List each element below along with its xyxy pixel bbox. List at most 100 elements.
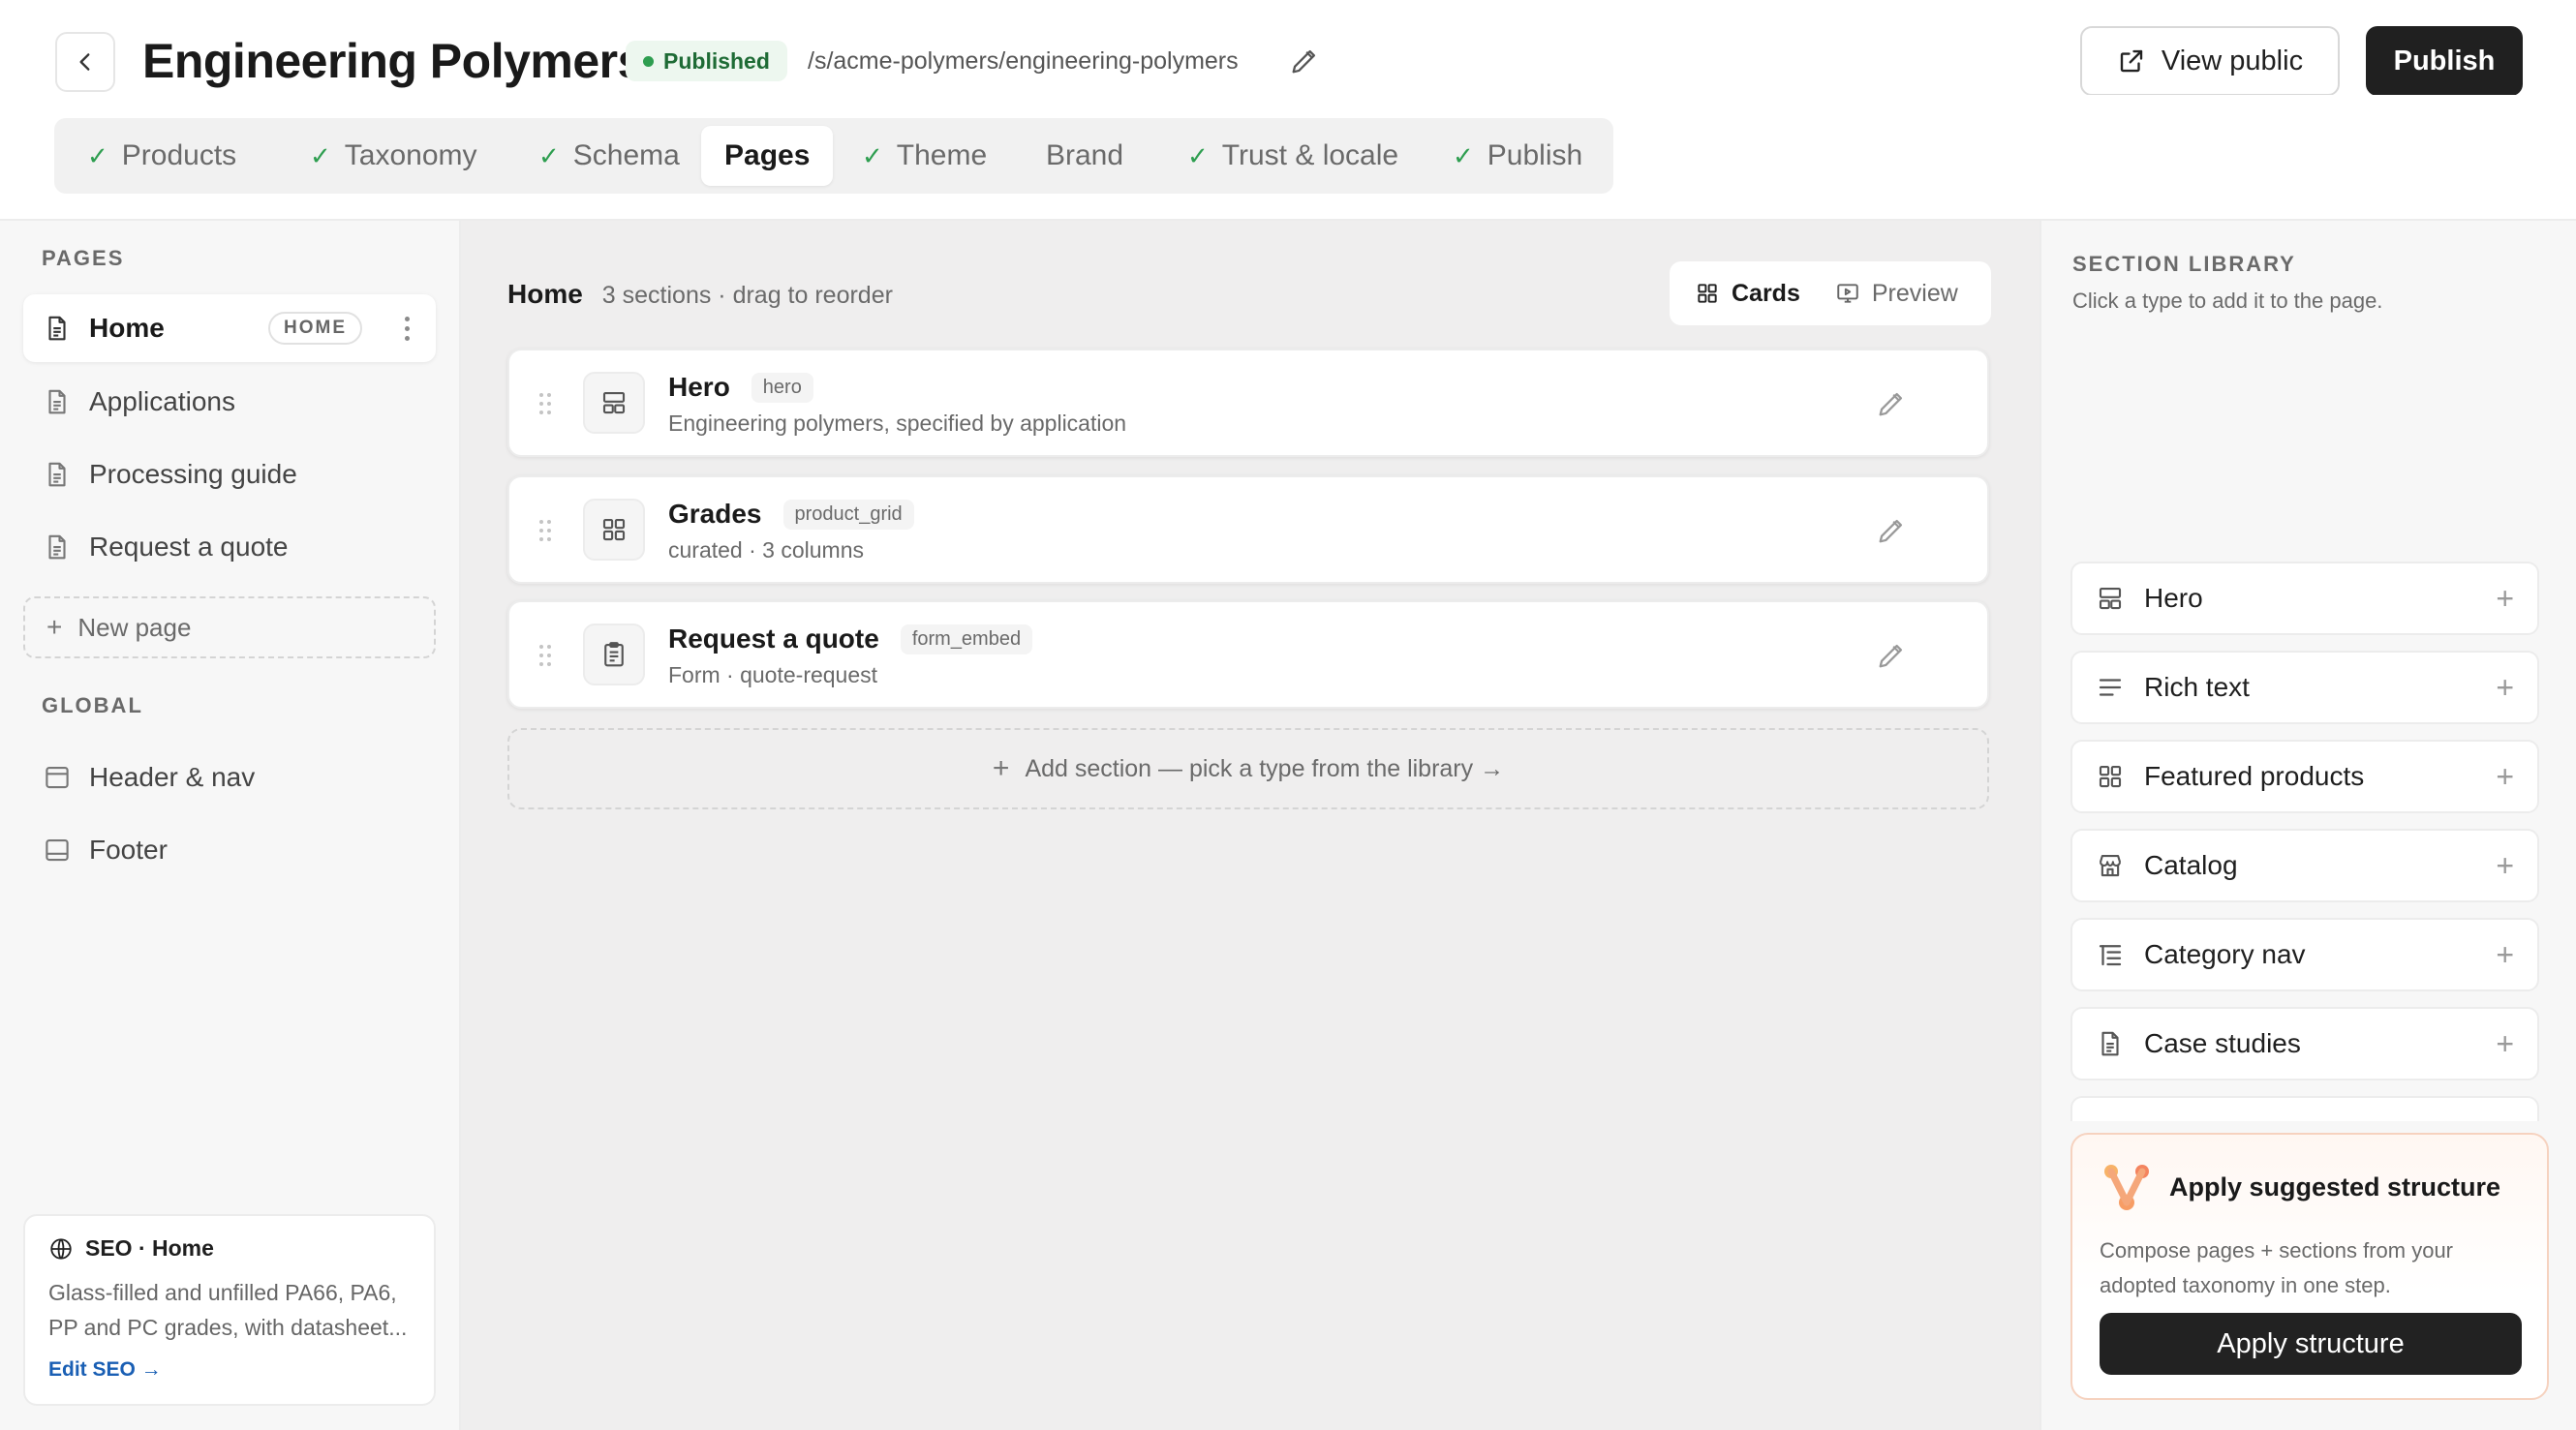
sidebar-item-applications[interactable]: Applications <box>23 368 436 436</box>
plus-icon: + <box>2496 848 2514 883</box>
text-lines-icon <box>2099 679 2122 696</box>
library-item-label: Rich text <box>2144 672 2250 702</box>
chevron-left-icon <box>79 53 90 71</box>
section-title: Grades <box>668 499 762 529</box>
drag-handle-icon[interactable] <box>538 391 552 416</box>
library-title: SECTION LIBRARY <box>2072 252 2296 276</box>
tab-taxonomy[interactable]: ✓ Taxonomy <box>287 126 501 186</box>
plus-icon: + <box>2496 670 2514 705</box>
tab-trust-locale[interactable]: ✓ Trust & locale <box>1164 126 1422 186</box>
section-library-panel: SECTION LIBRARY Click a type to add it t… <box>2039 221 2576 1430</box>
seo-card: SEO · Home Glass-filled and unfilled PA6… <box>23 1214 436 1406</box>
new-page-button[interactable]: + New page <box>23 596 436 658</box>
pencil-icon[interactable] <box>1875 639 1908 672</box>
more-options-icon[interactable] <box>397 316 416 341</box>
section-subtitle: Engineering polymers, specified by appli… <box>668 411 1127 436</box>
library-item-case-studies[interactable]: Case studies + <box>2070 1007 2539 1080</box>
section-subtitle: Form · quote-request <box>668 662 878 687</box>
sidebar-item-header-nav[interactable]: Header & nav <box>23 744 436 811</box>
pencil-icon[interactable] <box>1875 514 1908 547</box>
library-subtitle: Click a type to add it to the page. <box>2072 289 2383 313</box>
seo-description: Glass-filled and unfilled PA66, PA6, PP … <box>48 1280 408 1340</box>
document-icon <box>48 534 66 560</box>
hero-layout-icon <box>583 372 645 434</box>
tab-theme[interactable]: ✓ Theme <box>839 126 1010 186</box>
tab-products[interactable]: ✓ Products <box>64 126 260 186</box>
add-section-button[interactable]: + Add section — pick a type from the lib… <box>507 728 1989 809</box>
cards-label: Cards <box>1732 279 1800 307</box>
sidebar-item-processing-guide[interactable]: Processing guide <box>23 441 436 508</box>
step-tabs: ✓ Products ✓ Taxonomy ✓ Schema Pages ✓ T… <box>54 118 1613 194</box>
tab-schema[interactable]: ✓ Schema <box>515 126 703 186</box>
external-link-icon <box>2120 49 2143 73</box>
plus-icon: + <box>2496 937 2514 972</box>
tab-label: Theme <box>896 139 988 171</box>
tab-label: Products <box>121 139 237 171</box>
pencil-icon[interactable] <box>1875 387 1908 420</box>
tab-publish[interactable]: ✓ Publish <box>1429 126 1606 186</box>
header-icon <box>46 766 69 789</box>
library-item-catalog[interactable]: Catalog + <box>2070 829 2539 902</box>
library-list[interactable]: Hero + Rich text + Featured products + C… <box>2070 341 2543 1121</box>
library-item-partial[interactable] <box>2070 1096 2539 1121</box>
section-title-row: Hero hero <box>668 372 813 403</box>
library-item-label: Catalog <box>2144 850 2238 880</box>
add-section-label: Add section — pick a type from the libra… <box>1025 754 1505 782</box>
library-item-featured-products[interactable]: Featured products + <box>2070 740 2539 813</box>
tab-brand[interactable]: Brand <box>1023 126 1147 186</box>
store-icon <box>2099 854 2122 877</box>
sidebar-item-home[interactable]: Home HOME <box>23 294 436 362</box>
suggest-title: Apply suggested structure <box>2169 1171 2501 1202</box>
suggest-header: Apply suggested structure <box>2100 1160 2520 1214</box>
grid-icon <box>2099 765 2122 788</box>
view-public-label: View public <box>2161 45 2304 76</box>
publish-button[interactable]: Publish <box>2366 26 2523 96</box>
tab-pages[interactable]: Pages <box>701 126 834 186</box>
apply-structure-button[interactable]: Apply structure <box>2100 1313 2522 1375</box>
library-item-rich-text[interactable]: Rich text + <box>2070 651 2539 724</box>
sidebar-item-label: Header & nav <box>89 762 256 792</box>
tab-label: Taxonomy <box>344 139 477 171</box>
cards-view-button[interactable]: Cards <box>1677 268 1818 319</box>
section-card-grades[interactable]: Grades product_grid curated · 3 columns <box>507 475 1989 584</box>
library-item-label: Featured products <box>2144 761 2365 791</box>
tab-label: Publish <box>1487 139 1583 171</box>
edit-seo-link[interactable]: Edit SEO → <box>48 1358 162 1382</box>
check-icon: ✓ <box>1453 140 1474 170</box>
suggested-structure-card: Apply suggested structure Compose pages … <box>2070 1133 2549 1400</box>
grid-icon <box>583 499 645 561</box>
status-dot <box>643 55 654 67</box>
page-title: Engineering Polymers <box>142 34 644 88</box>
back-button[interactable] <box>55 32 115 92</box>
drag-handle-icon[interactable] <box>538 518 552 543</box>
sidebar-item-label: Request a quote <box>89 532 289 562</box>
section-count: 3 sections · drag to reorder <box>601 282 893 309</box>
section-subtitle: curated · 3 columns <box>668 537 864 563</box>
current-page-name: Home <box>507 279 583 309</box>
check-icon: ✓ <box>310 140 331 170</box>
sparkle-nodes-icon <box>2104 1165 2149 1210</box>
sidebar-item-request-a-quote[interactable]: Request a quote <box>23 513 436 581</box>
section-type-tag: form_embed <box>900 624 1033 654</box>
library-item-label: Category nav <box>2144 939 2306 969</box>
pages-section-label: PAGES <box>42 246 125 270</box>
section-card-request-quote[interactable]: Request a quote form_embed Form · quote-… <box>507 600 1989 709</box>
tab-label: Brand <box>1046 139 1124 171</box>
check-icon: ✓ <box>538 140 560 170</box>
global-section-label: GLOBAL <box>42 693 143 717</box>
preview-view-button[interactable]: Preview <box>1818 268 1976 319</box>
plus-icon: + <box>46 612 63 642</box>
section-type-tag: hero <box>751 372 813 403</box>
check-icon: ✓ <box>87 140 108 170</box>
drag-handle-icon[interactable] <box>538 643 552 668</box>
library-item-label: Case studies <box>2144 1028 2301 1058</box>
view-public-button[interactable]: View public <box>2080 26 2340 96</box>
globe-icon <box>50 1237 72 1260</box>
sidebar-item-label: Processing guide <box>89 459 297 489</box>
library-item-hero[interactable]: Hero + <box>2070 562 2539 635</box>
pencil-icon[interactable] <box>1288 45 1321 77</box>
section-card-hero[interactable]: Hero hero Engineering polymers, specifie… <box>507 349 1989 457</box>
status-badge: Published <box>626 41 787 81</box>
sidebar-item-footer[interactable]: Footer <box>23 816 436 884</box>
library-item-category-nav[interactable]: Category nav + <box>2070 918 2539 991</box>
